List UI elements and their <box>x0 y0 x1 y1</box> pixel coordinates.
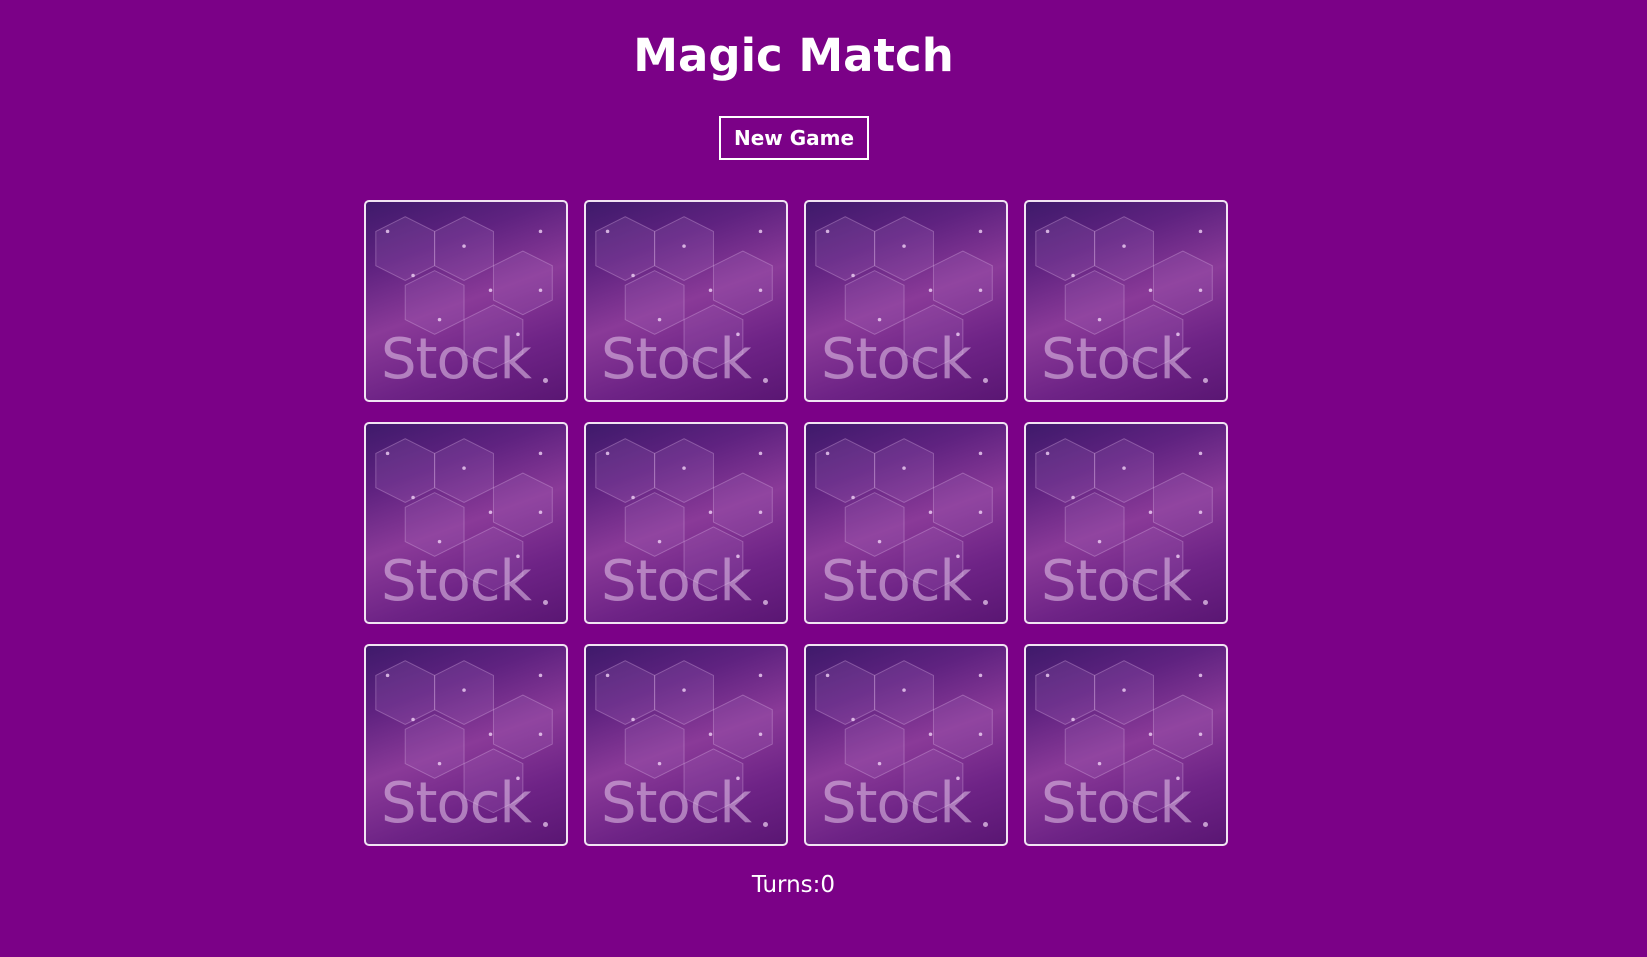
turns-counter: Turns:0 <box>0 870 1587 900</box>
memory-card[interactable]: Stock <box>1024 422 1228 624</box>
memory-card[interactable]: Stock <box>364 422 568 624</box>
card-back-dot <box>983 822 988 827</box>
card-back-dot <box>763 600 768 605</box>
card-back-text: Stock <box>1041 549 1192 614</box>
card-back-dot <box>983 600 988 605</box>
memory-card[interactable]: Stock <box>804 422 1008 624</box>
memory-card[interactable]: Stock <box>804 644 1008 846</box>
card-back-dot <box>1203 600 1208 605</box>
card-grid: Stock Stock Stock Stock Stock Stock Stoc… <box>364 200 1228 846</box>
card-back-text: Stock <box>821 549 972 614</box>
memory-card[interactable]: Stock <box>584 200 788 402</box>
card-back-text: Stock <box>1041 327 1192 392</box>
turns-value: 0 <box>820 872 836 898</box>
card-back-dot <box>1203 822 1208 827</box>
card-back-dot <box>543 378 548 383</box>
card-back-text: Stock <box>381 549 532 614</box>
memory-card[interactable]: Stock <box>584 644 788 846</box>
new-game-button[interactable]: New Game <box>719 116 869 160</box>
card-back-dot <box>983 378 988 383</box>
memory-card[interactable]: Stock <box>364 644 568 846</box>
card-back-dot <box>543 600 548 605</box>
memory-card[interactable]: Stock <box>1024 200 1228 402</box>
card-back-text: Stock <box>821 327 972 392</box>
card-back-text: Stock <box>381 327 532 392</box>
card-back-text: Stock <box>821 771 972 836</box>
memory-card[interactable]: Stock <box>584 422 788 624</box>
card-back-dot <box>763 822 768 827</box>
game-title: Magic Match <box>633 29 954 82</box>
card-back-dot <box>543 822 548 827</box>
card-back-text: Stock <box>601 327 752 392</box>
card-back-text: Stock <box>381 771 532 836</box>
card-back-text: Stock <box>601 549 752 614</box>
memory-card[interactable]: Stock <box>364 200 568 402</box>
card-back-text: Stock <box>601 771 752 836</box>
game-app: Magic Match New Game Stock Stock Stock S… <box>0 0 1647 957</box>
memory-card[interactable]: Stock <box>804 200 1008 402</box>
card-back-dot <box>763 378 768 383</box>
card-back-dot <box>1203 378 1208 383</box>
card-back-text: Stock <box>1041 771 1192 836</box>
turns-label: Turns: <box>751 872 821 898</box>
memory-card[interactable]: Stock <box>1024 644 1228 846</box>
